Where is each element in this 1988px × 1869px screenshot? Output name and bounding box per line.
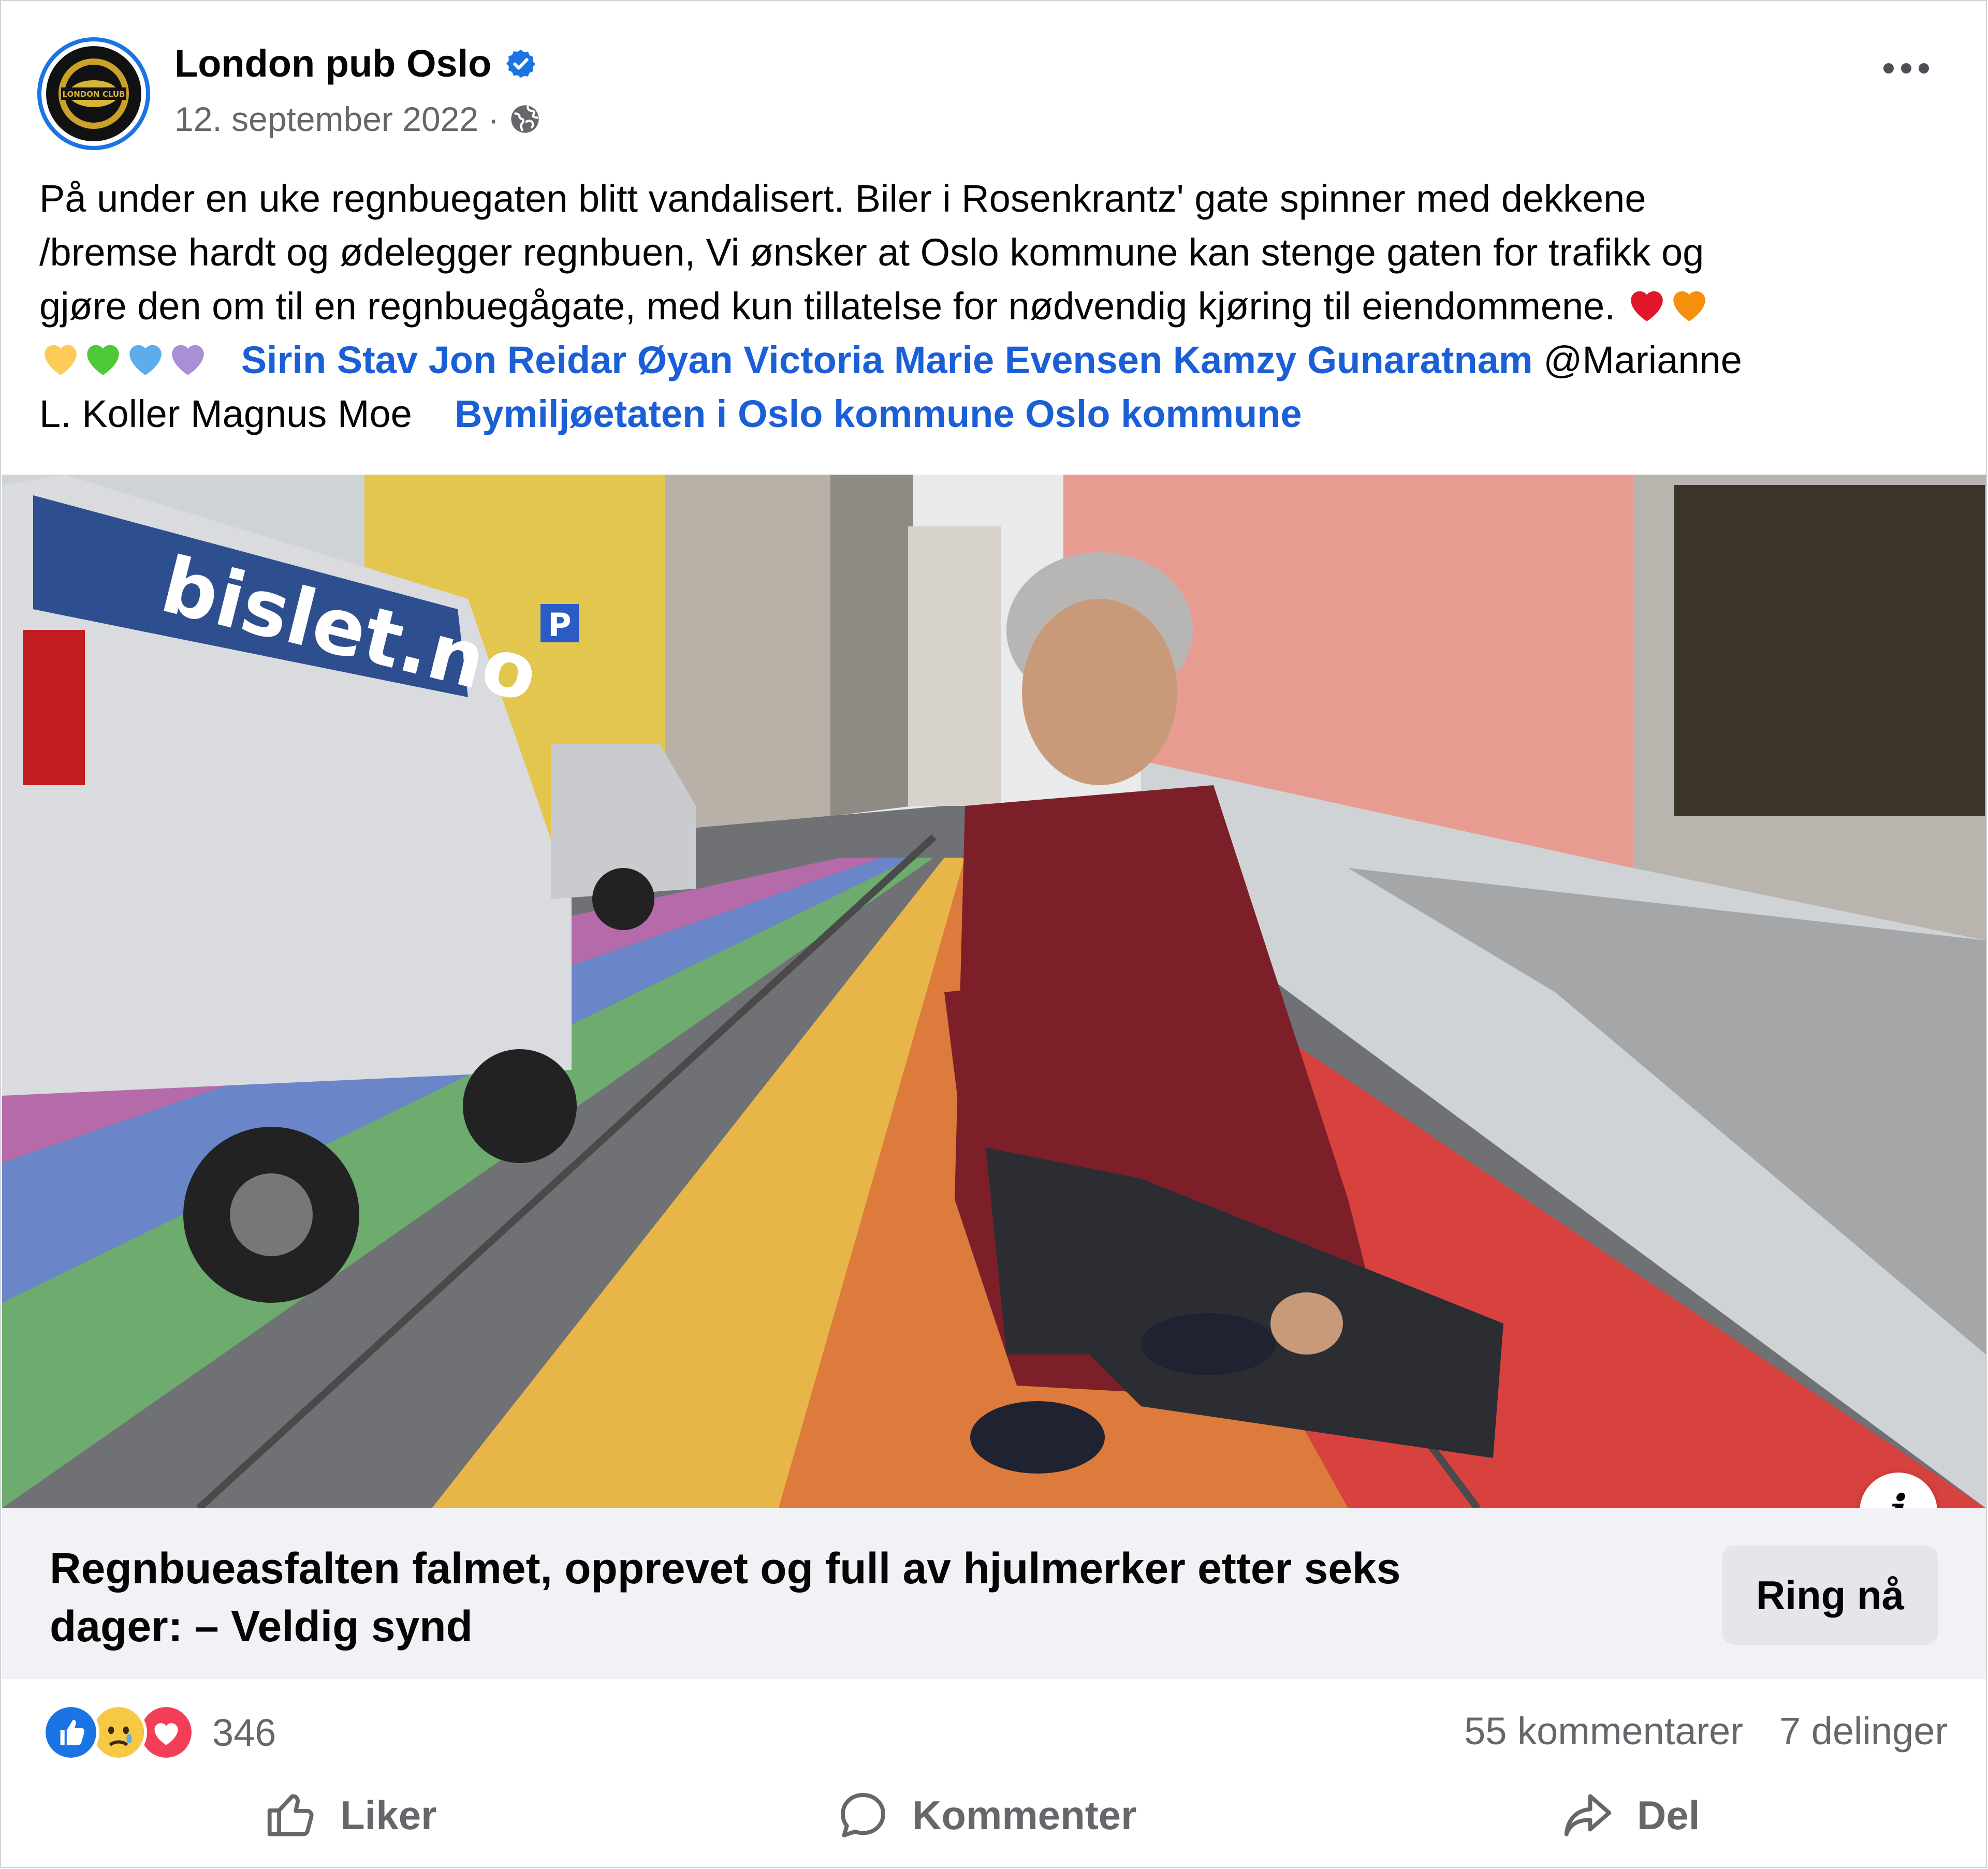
purple-heart-icon (172, 345, 204, 375)
mentions-line: L. Koller Magnus Moe Bymiljøetaten i Osl… (39, 387, 1955, 441)
post-text-line: gjøre den om til en regnbuegågate, med k… (39, 279, 1955, 333)
call-now-button[interactable]: Ring nå (1722, 1546, 1938, 1645)
thumbs-up-icon (267, 1794, 314, 1836)
comment-button[interactable]: Kommenter (835, 1782, 1136, 1849)
dot-icon (1919, 63, 1929, 73)
share-label: Del (1637, 1792, 1700, 1838)
mention-link[interactable]: Victoria Marie Evensen (743, 339, 1162, 381)
mention-link[interactable]: Oslo kommune (1025, 392, 1302, 435)
post-date[interactable]: 12. september 2022 (174, 99, 478, 139)
post-photo[interactable]: bislet.no P (2, 475, 1986, 1508)
engagement-counts: 55 kommentarer 7 delinger (1464, 1709, 1948, 1753)
reaction-count[interactable]: 346 (212, 1711, 276, 1755)
post-body: På under en uke regnbuegaten blitt vanda… (39, 172, 1955, 441)
mention-link[interactable]: Kamzy Gunaratnam (1173, 339, 1533, 381)
like-button[interactable]: Liker (262, 1782, 436, 1849)
verified-badge-icon (506, 49, 536, 78)
dot-icon (1901, 63, 1911, 73)
post-text-line: /bremse hardt og ødelegger regnbuen, Vi … (39, 231, 1704, 274)
street-photo-illustration: bislet.no P (2, 475, 1986, 1508)
more-options-button[interactable] (1883, 63, 1929, 73)
like-label: Liker (340, 1792, 437, 1838)
globe-icon (511, 105, 539, 133)
reactions-summary[interactable]: 346 (42, 1704, 276, 1761)
post-text-line: På under en uke regnbuegaten blitt vanda… (39, 177, 1646, 220)
mention-link[interactable]: Sirin Stav (241, 339, 418, 381)
dot-icon (1883, 63, 1894, 73)
link-preview[interactable]: Regnbueasfalten falmet, opprevet og full… (2, 1508, 1986, 1679)
page-name-link[interactable]: London pub Oslo (174, 41, 491, 85)
meta-separator: · (488, 100, 500, 138)
london-club-logo: LONDON CLUB (46, 46, 141, 141)
yellow-heart-icon (45, 345, 77, 375)
comment-label: Kommenter (912, 1792, 1137, 1838)
mention-text: L. Koller Magnus Moe (39, 392, 412, 435)
share-arrow-icon (1564, 1794, 1612, 1836)
post-meta: 12. september 2022 · (174, 99, 542, 139)
parking-sign-text: P (548, 606, 571, 644)
comment-bubble-icon (841, 1793, 885, 1837)
mentions-line: Sirin Stav Jon Reidar Øyan Victoria Mari… (39, 333, 1955, 387)
like-reaction-icon (42, 1704, 99, 1761)
blue-heart-icon (129, 345, 162, 375)
link-title-line: dager: – Veldig synd (50, 1602, 473, 1651)
share-button[interactable]: Del (1559, 1782, 1700, 1849)
link-preview-title[interactable]: Regnbueasfalten falmet, opprevet og full… (50, 1539, 1603, 1655)
page-name-row: London pub Oslo (174, 41, 537, 85)
red-heart-icon (1631, 291, 1663, 321)
comments-count-link[interactable]: 55 kommentarer (1464, 1709, 1743, 1753)
post-stats: 346 55 kommentarer 7 delinger (42, 1699, 1948, 1761)
link-title-line: Regnbueasfalten falmet, opprevet og full… (50, 1544, 1401, 1593)
logo-text: LONDON CLUB (63, 90, 125, 99)
green-heart-icon (87, 345, 119, 375)
mention-text: @Marianne (1543, 339, 1742, 381)
post-card: LONDON CLUB London pub Oslo 12. septembe… (0, 0, 1987, 1868)
post-text-segment: gjøre den om til en regnbuegågate, med k… (39, 285, 1626, 328)
page-avatar[interactable]: LONDON CLUB (37, 37, 150, 150)
orange-heart-icon (1673, 291, 1706, 321)
post-actions: Liker Kommenter Del (1, 1782, 1986, 1849)
shares-count-link[interactable]: 7 delinger (1779, 1709, 1948, 1753)
mention-link[interactable]: Jon Reidar Øyan (429, 339, 733, 381)
mention-link[interactable]: Bymiljøetaten i Oslo kommune (455, 392, 1014, 435)
